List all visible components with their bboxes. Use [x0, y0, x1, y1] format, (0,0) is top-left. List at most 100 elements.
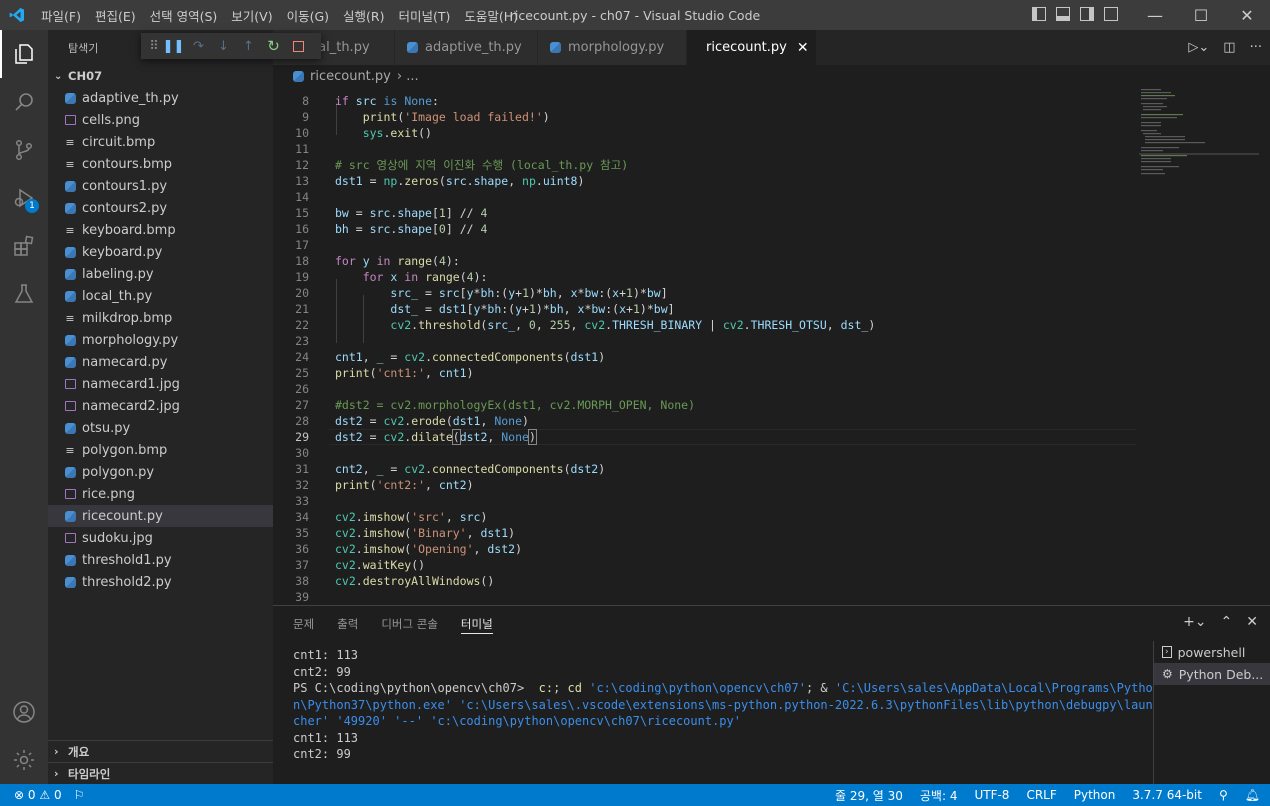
file-item[interactable]: morphology.py — [48, 329, 273, 351]
file-item[interactable]: contours1.py — [48, 175, 273, 197]
extensions-icon[interactable] — [0, 222, 48, 270]
file-item[interactable]: ≡ contours.bmp — [48, 153, 273, 175]
minimize-button[interactable]: — — [1132, 0, 1178, 30]
language-mode[interactable]: Python — [1074, 788, 1116, 802]
file-item[interactable]: ≡ circuit.bmp — [48, 131, 273, 153]
file-item[interactable]: ricecount.py — [48, 505, 273, 527]
line-number: 24 — [295, 350, 309, 364]
file-item[interactable]: ≡ keyboard.bmp — [48, 219, 273, 241]
file-item[interactable]: adaptive_th.py — [48, 87, 273, 109]
file-item[interactable]: namecard1.jpg — [48, 373, 273, 395]
line-endings[interactable]: CRLF — [1026, 788, 1056, 802]
accounts-icon[interactable] — [0, 688, 48, 736]
tab-terminal[interactable]: 터미널 — [453, 606, 501, 641]
breadcrumb-separator[interactable]: › ... — [397, 69, 419, 84]
code-line: 35 cv2.imshow('Binary', dst1) — [273, 525, 1270, 541]
encoding[interactable]: UTF-8 — [974, 788, 1009, 802]
tab-morphology[interactable]: morphology.py — [538, 30, 687, 65]
close-panel-icon[interactable]: ✕ — [1246, 614, 1258, 630]
split-editor-icon[interactable]: ◫ — [1223, 40, 1235, 55]
code-line: 29 dst2 = cv2.dilate(dst2, None) — [273, 429, 1270, 445]
folder-ch07[interactable]: ⌄ CH07 — [48, 65, 273, 87]
problems-status[interactable]: ⊗ 0 ⚠ 0 — [14, 788, 62, 802]
file-item[interactable]: namecard.py — [48, 351, 273, 373]
file-label: labeling.py — [82, 266, 154, 282]
menu-item[interactable]: 보기(V) — [224, 6, 279, 25]
code-line: 32 print('cnt2:', cnt2) — [273, 477, 1270, 493]
step-into-icon[interactable]: ↓ — [211, 33, 236, 59]
file-item[interactable]: threshold2.py — [48, 571, 273, 593]
breadcrumb-file[interactable]: ricecount.py — [310, 69, 391, 84]
cursor-position[interactable]: 줄 29, 열 30 — [835, 787, 903, 804]
window-controls: — ☐ ✕ — [1132, 0, 1270, 30]
line-code: print('cnt2:', cnt2) — [335, 478, 474, 492]
file-item[interactable]: namecard2.jpg — [48, 395, 273, 417]
menu-item[interactable]: 도움말(H) — [457, 6, 525, 25]
terminal-item-powershell[interactable]: › powershell — [1154, 641, 1270, 663]
close-window-button[interactable]: ✕ — [1224, 0, 1270, 30]
feedback-icon[interactable]: ⚲ — [1219, 788, 1228, 802]
timeline-section[interactable]: › 타임라인 — [48, 762, 273, 784]
file-item[interactable]: contours2.py — [48, 197, 273, 219]
stop-button[interactable] — [286, 33, 311, 59]
maximize-button[interactable]: ☐ — [1178, 0, 1224, 30]
drag-handle-icon[interactable]: ⠿ — [147, 33, 161, 59]
file-item[interactable]: polygon.py — [48, 461, 273, 483]
source-control-icon[interactable] — [0, 126, 48, 174]
more-actions-icon[interactable]: ··· — [1250, 40, 1262, 55]
outline-section[interactable]: › 개요 — [48, 740, 273, 762]
tab-problems[interactable]: 문제 — [285, 606, 322, 641]
indentation[interactable]: 공백: 4 — [920, 787, 958, 804]
terminal-item-python-debug[interactable]: ⚙ Python Deb... — [1154, 663, 1270, 685]
customize-layout-icon[interactable] — [1104, 7, 1118, 21]
file-label: rice.png — [82, 486, 135, 502]
menu-item[interactable]: 터미널(T) — [392, 6, 458, 25]
line-number: 10 — [295, 126, 309, 140]
step-out-icon[interactable]: ↑ — [236, 33, 261, 59]
python-interpreter[interactable]: 3.7.7 64-bit — [1132, 788, 1202, 802]
file-item[interactable]: cells.png — [48, 109, 273, 131]
menu-item[interactable]: 실행(R) — [336, 6, 391, 25]
explorer-icon[interactable] — [0, 30, 48, 78]
terminal-output[interactable]: cnt1: 113 cnt2: 99 PS C:\coding\python\o… — [293, 647, 1153, 763]
line-code: cv2.imshow('Opening', dst2) — [335, 542, 523, 556]
toggle-secondary-sidebar-icon[interactable] — [1080, 7, 1094, 21]
menu-item[interactable]: 이동(G) — [280, 6, 336, 25]
close-tab-icon[interactable]: ✕ — [797, 40, 809, 56]
restart-button[interactable]: ↻ — [261, 33, 286, 59]
menu-item[interactable]: 선택 영역(S) — [143, 6, 225, 25]
code-editor[interactable]: 8 if src is None: 9 print('Image load fail… — [273, 87, 1270, 605]
file-label: local_th.py — [82, 288, 153, 304]
file-item[interactable]: ≡ milkdrop.bmp — [48, 307, 273, 329]
step-over-icon[interactable]: ↷ — [186, 33, 211, 59]
search-icon[interactable] — [0, 78, 48, 126]
file-item[interactable]: keyboard.py — [48, 241, 273, 263]
maximize-panel-icon[interactable]: ⌃ — [1221, 614, 1233, 630]
tab-ricecount[interactable]: ricecount.py ✕ — [687, 30, 817, 65]
run-debug-icon[interactable]: 1 — [0, 174, 48, 222]
notifications-bell-icon[interactable]: 🔔︎ — [1245, 788, 1260, 802]
menu-item[interactable]: 편집(E) — [88, 6, 143, 25]
file-item[interactable]: labeling.py — [48, 263, 273, 285]
line-number: 11 — [295, 142, 309, 156]
menu-item[interactable]: 파일(F) — [34, 6, 88, 25]
python-file-icon — [64, 576, 76, 588]
manage-gear-icon[interactable] — [0, 736, 48, 784]
new-terminal-icon[interactable]: +⌄ — [1183, 614, 1206, 630]
file-item[interactable]: ≡ polygon.bmp — [48, 439, 273, 461]
debug-status-icon[interactable]: ⚐ — [74, 788, 85, 802]
file-item[interactable]: rice.png — [48, 483, 273, 505]
tab-adaptive-th[interactable]: adaptive_th.py — [395, 30, 538, 65]
toggle-panel-icon[interactable] — [1056, 7, 1070, 21]
tab-debug-console[interactable]: 디버그 콘솔 — [373, 606, 446, 641]
line-number: 29 — [295, 430, 309, 444]
file-item[interactable]: threshold1.py — [48, 549, 273, 571]
run-file-icon[interactable]: ▷⌄ — [1188, 40, 1209, 55]
toggle-sidebar-icon[interactable] — [1032, 7, 1046, 21]
tab-output[interactable]: 출력 — [329, 606, 366, 641]
file-item[interactable]: otsu.py — [48, 417, 273, 439]
file-item[interactable]: sudoku.jpg — [48, 527, 273, 549]
pause-button[interactable]: ❚❚ — [161, 33, 186, 59]
testing-icon[interactable] — [0, 270, 48, 318]
file-item[interactable]: local_th.py — [48, 285, 273, 307]
